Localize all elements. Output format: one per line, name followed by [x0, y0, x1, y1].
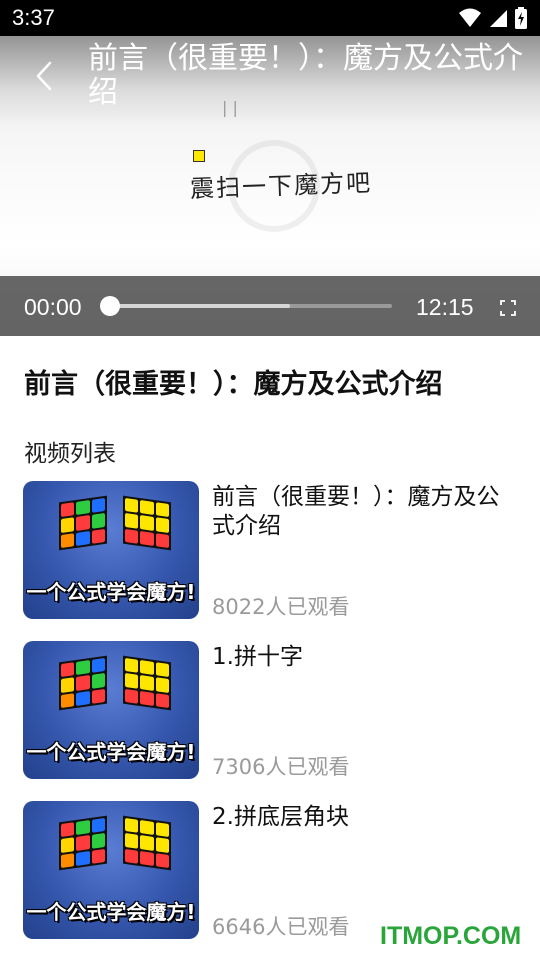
progress-buffer [110, 304, 291, 308]
video-item-title: 1.拼十字 [212, 644, 303, 670]
seek-handle[interactable] [100, 296, 120, 316]
video-item-views: 6646人已观看 [212, 915, 350, 939]
thumbnail-caption: 一个公式学会魔方! [26, 740, 196, 764]
fullscreen-button[interactable] [498, 298, 518, 318]
site-watermark: ITMOP.COM [380, 922, 522, 950]
rubiks-cube-icon [59, 495, 107, 551]
video-list-item[interactable]: 一个公式学会魔方! 1.拼十字 7306人已观看 [0, 641, 540, 781]
video-list-item[interactable]: 一个公式学会魔方! 前言（很重要！）：魔方及公式介绍 8022人已观看 [0, 481, 540, 621]
video-item-views: 7306人已观看 [212, 755, 350, 779]
battery-icon [515, 7, 527, 29]
progress-track[interactable] [110, 304, 392, 308]
rubiks-cube-icon [123, 655, 171, 711]
rubiks-cube-icon [59, 815, 107, 871]
video-thumbnail: 一个公式学会魔方! [23, 641, 199, 779]
video-thumbnail: 一个公式学会魔方! [23, 481, 199, 619]
video-heading: 前言（很重要！）：魔方及公式介绍 [24, 369, 443, 400]
current-time: 00:00 [24, 294, 82, 320]
status-time: 3:37 [12, 5, 55, 30]
rubiks-cube-icon [59, 655, 107, 711]
player-controls: 00:00 12:15 [0, 276, 540, 336]
chevron-left-icon [36, 61, 52, 91]
video-frame-marker [193, 150, 205, 162]
back-button[interactable] [24, 56, 64, 96]
video-item-title: 前言（很重要！）：魔方及公式介绍 [212, 484, 500, 539]
status-bar: 3:37 [0, 0, 540, 36]
wifi-icon [459, 8, 481, 27]
video-frame-text: 震扫一下魔方吧 [189, 168, 373, 204]
fullscreen-icon [500, 300, 516, 316]
rubiks-cube-icon [123, 495, 171, 551]
thumbnail-caption: 一个公式学会魔方! [26, 580, 196, 604]
video-thumbnail: 一个公式学会魔方! [23, 801, 199, 939]
status-icons [458, 7, 528, 29]
player-title: 前言（很重要！）：魔方及公式介绍 [88, 41, 523, 110]
video-item-views: 8022人已观看 [212, 595, 350, 619]
section-label: 视频列表 [24, 441, 116, 467]
video-item-title: 2.拼底层角块 [212, 804, 349, 830]
thumbnail-caption: 一个公式学会魔方! [26, 900, 196, 924]
video-list-item[interactable]: 一个公式学会魔方! 2.拼底层角块 6646人已观看 [0, 801, 540, 941]
total-time: 12:15 [416, 294, 474, 320]
rubiks-cube-icon [123, 815, 171, 871]
signal-icon [490, 10, 507, 27]
video-player[interactable]: | | 震扫一下魔方吧 前言（很重要！）：魔方及公式介绍 00:00 12:15 [0, 36, 540, 336]
